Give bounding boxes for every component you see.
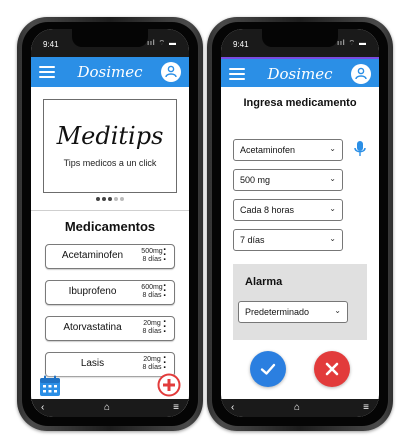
phone-bezel: 9:41 ııl ⌔ ▬ Dosimec Ingresa medicamento (212, 22, 388, 426)
carousel-indicator[interactable] (31, 197, 189, 203)
app-bar: Dosimec (221, 57, 379, 87)
app-bar: Dosimec (31, 57, 189, 87)
alarm-section: Alarma Predeterminado ⌄ (233, 264, 367, 340)
frequency-select-value: Cada 8 horas (240, 205, 295, 215)
medication-duration: 8 días (142, 292, 162, 299)
medication-duration: 8 días (142, 256, 162, 263)
phone-screen: 9:41 ııl ⌔ ▬ Dosimec Meditips Tips medic… (31, 29, 189, 417)
dose-select-value: 500 mg (240, 175, 271, 185)
menu-icon[interactable]: ≡ (363, 402, 369, 413)
medication-item-ibuprofeno[interactable]: Ibuprofeno 600mg 8 días · · · (45, 280, 175, 305)
medications-title: Medicamentos (64, 219, 156, 234)
status-bar: 9:41 ııl ⌔ ▬ (31, 29, 189, 57)
carousel-dot[interactable] (114, 197, 118, 201)
medication-dose: 500mg (141, 248, 163, 255)
carousel-dot[interactable] (96, 197, 100, 201)
banner-subtitle: Tips medicos a un click (63, 158, 157, 168)
kebab-menu-icon[interactable]: · · · (162, 281, 168, 302)
alarm-select-value: Predeterminado (245, 307, 310, 317)
medication-name: Lasis (80, 358, 105, 369)
system-nav-bar: ‹ ⌂ ≡ (221, 399, 379, 417)
medication-dose: 20mg (143, 356, 161, 363)
phone-left: 9:41 ııl ⌔ ▬ Dosimec Meditips Tips medic… (17, 17, 203, 431)
chevron-down-icon: ⌄ (334, 306, 341, 315)
status-bar: 9:41 ııl ⌔ ▬ (221, 29, 379, 57)
medication-dose: 20mg (143, 320, 161, 327)
microphone-icon[interactable] (353, 140, 367, 158)
close-icon (325, 362, 339, 376)
chevron-down-icon: ⌄ (329, 174, 336, 183)
calendar-icon[interactable] (39, 375, 61, 397)
medication-duration: 8 días (142, 364, 162, 371)
kebab-menu-icon[interactable]: · · · (162, 353, 168, 374)
user-icon[interactable] (161, 62, 181, 82)
alarm-title: Alarma (245, 276, 283, 288)
meditips-banner[interactable]: Meditips Tips medicos a un click (43, 99, 177, 193)
medication-item-atorvastatina[interactable]: Atorvastatina 20mg 8 días · · · (45, 316, 175, 341)
medication-name: Acetaminofen (61, 250, 124, 261)
medication-name: Ibuprofeno (68, 286, 117, 297)
form-title: Ingresa medicamento (243, 97, 357, 109)
chevron-down-icon: ⌄ (329, 204, 336, 213)
dose-select[interactable]: 500 mg ⌄ (233, 169, 343, 191)
chevron-down-icon: ⌄ (329, 234, 336, 243)
status-time: 9:41 (43, 40, 59, 49)
menu-icon[interactable]: ≡ (173, 402, 179, 413)
duration-select[interactable]: 7 días ⌄ (233, 229, 343, 251)
chevron-left-icon[interactable]: ‹ (231, 402, 234, 413)
status-icons: ııl ⌔ ▬ (147, 40, 177, 47)
kebab-menu-icon[interactable]: · · · (162, 245, 168, 266)
chevron-left-icon[interactable]: ‹ (41, 402, 44, 413)
kebab-menu-icon[interactable]: · · · (162, 317, 168, 338)
banner-title: Meditips (56, 122, 164, 150)
medication-duration: 8 días (142, 328, 162, 335)
home-icon[interactable]: ⌂ (104, 402, 110, 413)
check-icon (260, 363, 276, 375)
cancel-button[interactable] (314, 351, 350, 387)
user-icon[interactable] (351, 64, 371, 84)
plus-icon[interactable] (157, 373, 181, 397)
phone-right: 9:41 ııl ⌔ ▬ Dosimec Ingresa medicamento (207, 17, 393, 431)
home-icon[interactable]: ⌂ (294, 402, 300, 413)
medication-select[interactable]: Acetaminofen ⌄ (233, 139, 343, 161)
carousel-dot[interactable] (108, 197, 112, 201)
divider (31, 210, 189, 211)
status-icons: ııl ⌔ ▬ (337, 40, 367, 47)
system-nav-bar: ‹ ⌂ ≡ (31, 399, 189, 417)
phone-bezel: 9:41 ııl ⌔ ▬ Dosimec Meditips Tips medic… (22, 22, 198, 426)
medication-select-value: Acetaminofen (240, 145, 296, 155)
carousel-dot[interactable] (102, 197, 106, 201)
duration-select-value: 7 días (240, 235, 265, 245)
phone-screen: 9:41 ııl ⌔ ▬ Dosimec Ingresa medicamento (221, 29, 379, 417)
status-time: 9:41 (233, 40, 249, 49)
chevron-down-icon: ⌄ (329, 144, 336, 153)
frequency-select[interactable]: Cada 8 horas ⌄ (233, 199, 343, 221)
medication-dose: 600mg (141, 284, 163, 291)
notch (262, 29, 338, 47)
stage: 9:41 ııl ⌔ ▬ Dosimec Meditips Tips medic… (0, 0, 413, 441)
notch (72, 29, 148, 47)
medication-name: Atorvastatina (63, 322, 122, 333)
alarm-select[interactable]: Predeterminado ⌄ (238, 301, 348, 323)
confirm-button[interactable] (250, 351, 286, 387)
medication-item-acetaminofen[interactable]: Acetaminofen 500mg 8 días · · · (45, 244, 175, 269)
carousel-dot[interactable] (120, 197, 124, 201)
